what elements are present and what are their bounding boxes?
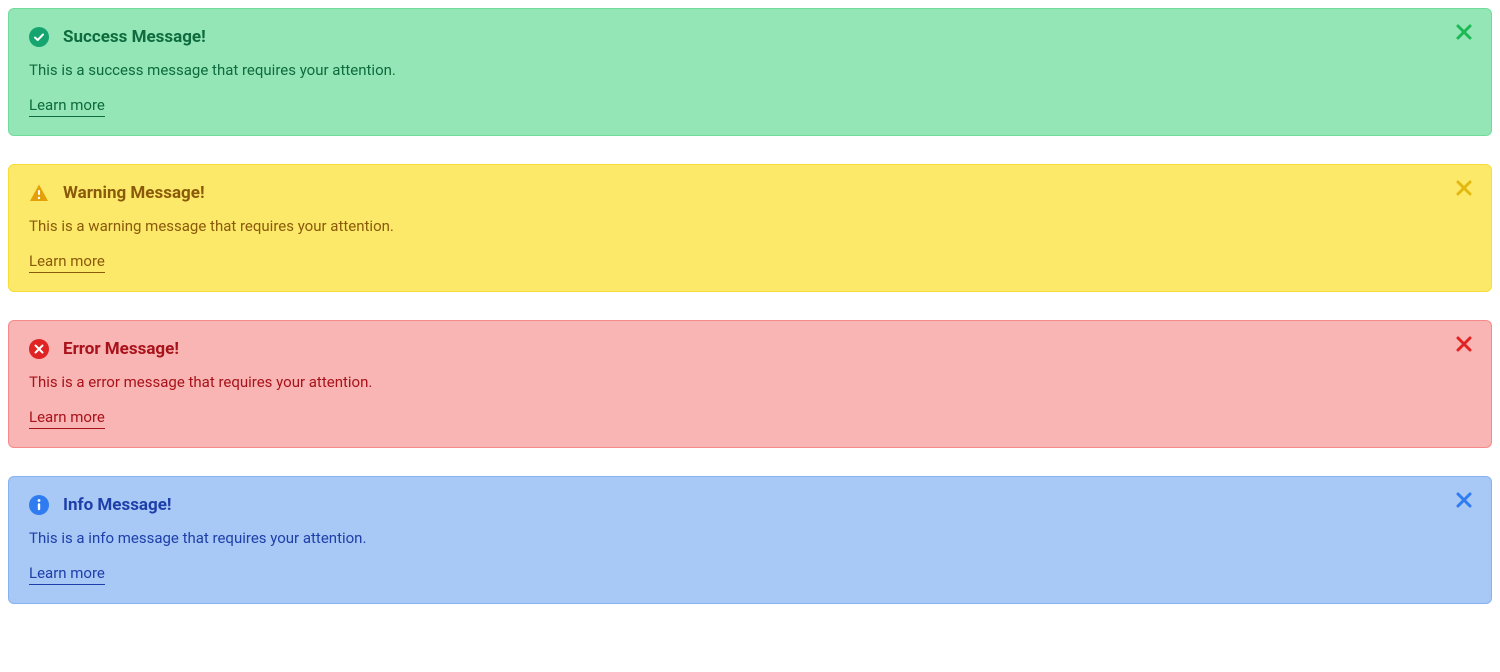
learn-more-link[interactable]: Learn more (29, 408, 105, 429)
close-button[interactable] (1453, 23, 1475, 45)
alert-header: Warning Message! (29, 183, 1441, 203)
info-circle-icon (29, 495, 49, 515)
alert-body: This is a error message that requires yo… (29, 373, 1441, 391)
alert-warning: Warning Message! This is a warning messa… (8, 164, 1492, 292)
alert-header: Info Message! (29, 495, 1441, 515)
close-button[interactable] (1453, 335, 1475, 357)
close-icon (1454, 490, 1474, 514)
close-icon (1454, 334, 1474, 358)
alert-title: Warning Message! (63, 183, 205, 203)
x-circle-icon (29, 339, 49, 359)
alert-title: Success Message! (63, 27, 206, 47)
close-button[interactable] (1453, 179, 1475, 201)
close-button[interactable] (1453, 491, 1475, 513)
learn-more-link[interactable]: Learn more (29, 96, 105, 117)
alert-body: This is a warning message that requires … (29, 217, 1441, 235)
alert-error: Error Message! This is a error message t… (8, 320, 1492, 448)
alert-header: Error Message! (29, 339, 1441, 359)
learn-more-link[interactable]: Learn more (29, 252, 105, 273)
alert-header: Success Message! (29, 27, 1441, 47)
alert-success: Success Message! This is a success messa… (8, 8, 1492, 136)
alert-title: Info Message! (63, 495, 172, 515)
alert-info: Info Message! This is a info message tha… (8, 476, 1492, 604)
close-icon (1454, 178, 1474, 202)
close-icon (1454, 22, 1474, 46)
learn-more-link[interactable]: Learn more (29, 564, 105, 585)
alert-title: Error Message! (63, 339, 179, 359)
alert-body: This is a info message that requires you… (29, 529, 1441, 547)
check-circle-icon (29, 27, 49, 47)
alert-body: This is a success message that requires … (29, 61, 1441, 79)
warning-triangle-icon (29, 183, 49, 203)
